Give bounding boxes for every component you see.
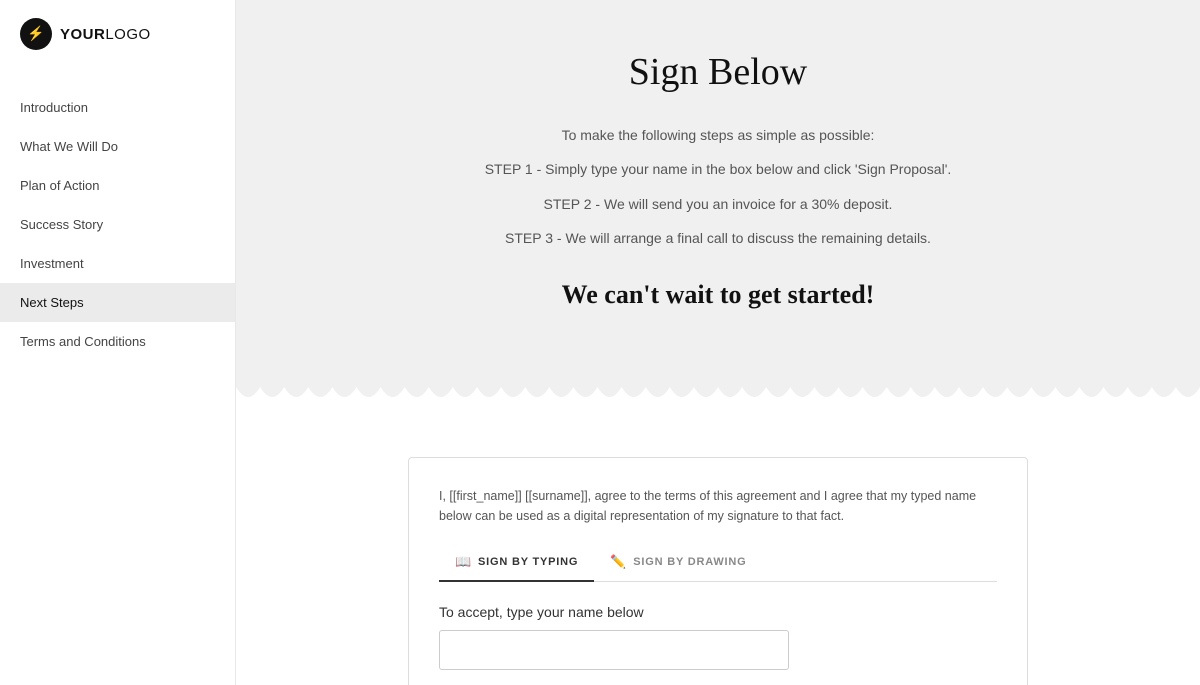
sidebar-item-success-story[interactable]: Success Story [0, 205, 235, 244]
wave-divider [236, 387, 1200, 417]
agreement-text: I, [[first_name]] [[surname]], agree to … [439, 486, 997, 526]
sidebar-item-what-we-will-do[interactable]: What We Will Do [0, 127, 235, 166]
hero-step3: STEP 3 - We will arrange a final call to… [356, 227, 1080, 249]
tab-sign-by-drawing[interactable]: ✏️ SIGN BY DRAWING [594, 546, 762, 582]
sidebar-nav: Introduction What We Will Do Plan of Act… [0, 68, 235, 361]
hero-excited: We can't wait to get started! [356, 274, 1080, 316]
hero-title: Sign Below [356, 50, 1080, 94]
pen-icon: ✏️ [610, 554, 627, 570]
lightning-icon: ⚡ [27, 26, 44, 43]
sign-card: I, [[first_name]] [[surname]], agree to … [408, 457, 1028, 685]
tab-sign-by-typing[interactable]: 📖 SIGN BY TYPING [439, 546, 594, 582]
hero-step1: STEP 1 - Simply type your name in the bo… [356, 158, 1080, 180]
sidebar-item-next-steps[interactable]: Next Steps [0, 283, 235, 322]
hero-step2: STEP 2 - We will send you an invoice for… [356, 193, 1080, 215]
name-input[interactable] [439, 630, 789, 670]
book-icon: 📖 [455, 554, 472, 570]
hero-section: Sign Below To make the following steps a… [236, 0, 1200, 387]
main-content: Sign Below To make the following steps a… [236, 0, 1200, 685]
sidebar-item-terms-and-conditions[interactable]: Terms and Conditions [0, 322, 235, 361]
logo: ⚡ YOURLOGO [0, 0, 235, 68]
sidebar: ⚡ YOURLOGO Introduction What We Will Do … [0, 0, 236, 685]
hero-subtitle: To make the following steps as simple as… [356, 124, 1080, 146]
accept-label: To accept, type your name below [439, 604, 997, 620]
logo-icon: ⚡ [20, 18, 52, 50]
sign-section: I, [[first_name]] [[surname]], agree to … [236, 417, 1200, 685]
tab-drawing-label: SIGN BY DRAWING [633, 556, 746, 568]
tab-typing-label: SIGN BY TYPING [478, 556, 578, 568]
sidebar-item-plan-of-action[interactable]: Plan of Action [0, 166, 235, 205]
sidebar-item-investment[interactable]: Investment [0, 244, 235, 283]
logo-text: YOURLOGO [60, 26, 151, 43]
sidebar-item-introduction[interactable]: Introduction [0, 88, 235, 127]
sign-tabs: 📖 SIGN BY TYPING ✏️ SIGN BY DRAWING [439, 546, 997, 582]
